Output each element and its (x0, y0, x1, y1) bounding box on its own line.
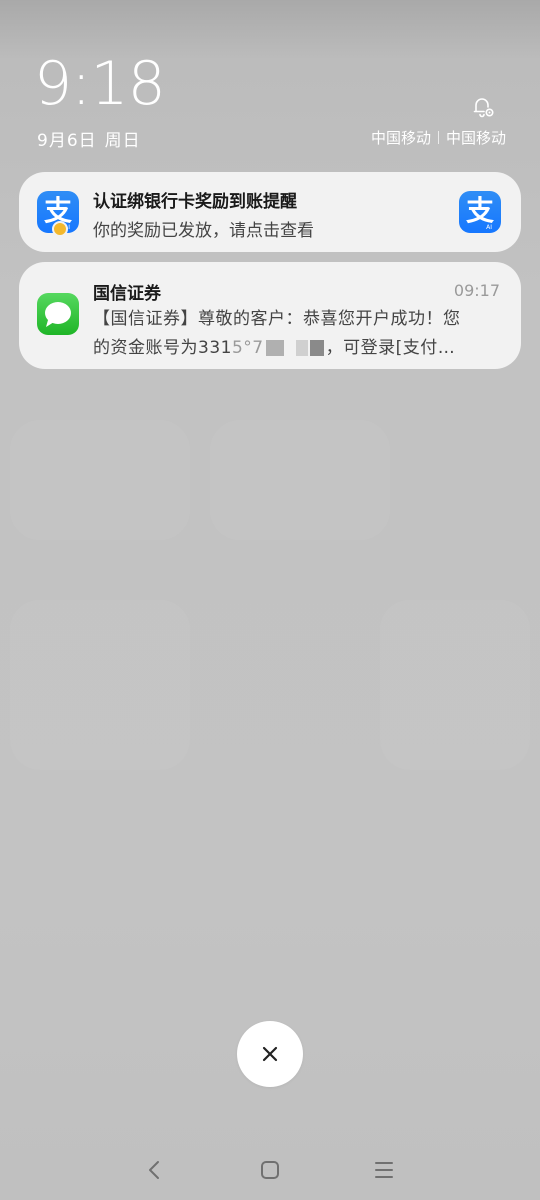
background-blur (10, 420, 190, 540)
notification-settings-icon[interactable] (470, 94, 496, 120)
lock-date: 9月6日 周日 (37, 126, 141, 151)
notification-card-sms[interactable]: 国信证券 09:17 【国信证券】尊敬的客户：恭喜您开户成功！您 的资金账号为3… (19, 262, 521, 369)
background-blur (10, 600, 190, 770)
recents-button[interactable] (368, 1154, 400, 1186)
home-icon (261, 1161, 279, 1179)
alipay-thumbnail-icon: 支 AI (459, 191, 501, 233)
notification-title: 认证绑银行卡奖励到账提醒 (93, 192, 297, 212)
notification-time: 09:17 (453, 281, 500, 300)
notification-title: 国信证券 (93, 284, 161, 304)
clear-notifications-button[interactable] (237, 1021, 303, 1087)
lock-clock: 9:18 (34, 49, 166, 119)
badge-icon (52, 221, 68, 237)
alipay-icon: 支 AI (37, 191, 79, 237)
date-text: 9月6日 (37, 131, 97, 151)
navigation-bar (0, 1140, 540, 1200)
background-blur (210, 420, 390, 540)
body-line-1: 【国信证券】尊敬的客户：恭喜您开户成功！您 (93, 309, 461, 329)
menu-icon (375, 1162, 393, 1178)
carrier-divider (437, 131, 439, 144)
notification-body: 你的奖励已发放，请点击查看 (93, 221, 314, 241)
redaction-mask (309, 340, 324, 356)
redaction-mask (265, 340, 284, 356)
notification-card-alipay[interactable]: 支 AI 认证绑银行卡奖励到账提醒 你的奖励已发放，请点击查看 支 AI (19, 172, 521, 252)
account-partial: 5°7 (231, 338, 264, 358)
weekday-text: 周日 (104, 131, 141, 151)
notification-body: 【国信证券】尊敬的客户：恭喜您开户成功！您 的资金账号为3315°7 ，可登录[支… (93, 305, 505, 363)
messages-icon (37, 293, 79, 335)
home-button[interactable] (254, 1154, 286, 1186)
back-button[interactable] (139, 1154, 171, 1186)
close-icon (262, 1046, 278, 1062)
carrier-info: 中国移动 中国移动 (371, 127, 506, 148)
background-blur (380, 600, 530, 770)
carrier-1: 中国移动 (370, 129, 431, 147)
account-prefix: 的资金账号为331 (93, 338, 232, 358)
account-suffix: ，可登录[支付… (325, 338, 456, 358)
carrier-2: 中国移动 (445, 129, 506, 147)
redaction-mask (295, 340, 308, 356)
back-icon (149, 1161, 159, 1179)
body-line-2: 的资金账号为3315°7 ，可登录[支付… (93, 334, 505, 363)
